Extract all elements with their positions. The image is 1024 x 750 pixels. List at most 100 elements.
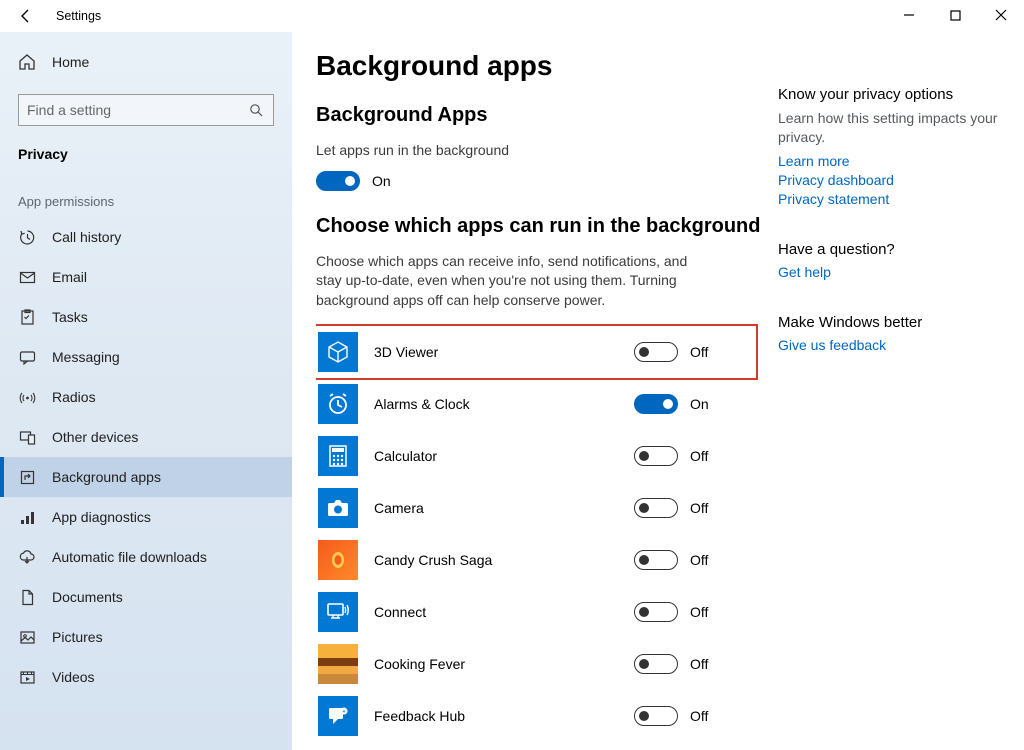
app-name: 3D Viewer	[374, 344, 618, 360]
app-toggle-label: Off	[690, 448, 708, 464]
sidebar-item-label: Call history	[52, 229, 121, 245]
app-toggle-label: Off	[690, 656, 708, 672]
search-input-wrapper[interactable]	[18, 94, 274, 126]
sidebar-item-label: Radios	[52, 389, 96, 405]
app-row-cooking-fever: Cooking Fever Off	[316, 638, 756, 690]
app-icon-feedback-hub: +	[318, 696, 358, 736]
sidebar-item-videos[interactable]: Videos	[0, 657, 292, 697]
sidebar-item-other-devices[interactable]: Other devices	[0, 417, 292, 457]
maximize-button[interactable]	[932, 0, 978, 30]
question-heading: Have a question?	[778, 241, 1002, 258]
app-row-calculator: Calculator Off	[316, 430, 756, 482]
tasks-icon	[18, 308, 36, 326]
app-toggle-candy-crush[interactable]	[634, 550, 678, 570]
document-icon	[18, 588, 36, 606]
sidebar-item-email[interactable]: Email	[0, 257, 292, 297]
sidebar-item-documents[interactable]: Documents	[0, 577, 292, 617]
app-toggle-feedback-hub[interactable]	[634, 706, 678, 726]
sidebar-item-label: Background apps	[52, 469, 161, 485]
sidebar-item-home[interactable]: Home	[0, 42, 292, 82]
close-button[interactable]	[978, 0, 1024, 30]
choose-apps-desc: Choose which apps can receive info, send…	[316, 252, 716, 311]
app-toggle-3d-viewer[interactable]	[634, 342, 678, 362]
app-icon-candy-crush	[318, 540, 358, 580]
pictures-icon	[18, 628, 36, 646]
make-better-heading: Make Windows better	[778, 314, 1002, 331]
email-icon	[18, 268, 36, 286]
app-icon-alarms	[318, 384, 358, 424]
back-button[interactable]	[14, 4, 38, 28]
sidebar-item-label: Messaging	[52, 349, 120, 365]
sidebar-item-label: Automatic file downloads	[52, 549, 207, 565]
app-row-feedback-hub: + Feedback Hub Off	[316, 690, 756, 742]
search-input[interactable]	[27, 102, 247, 118]
app-name: Candy Crush Saga	[374, 552, 618, 568]
background-apps-icon	[18, 468, 36, 486]
sidebar-item-call-history[interactable]: Call history	[0, 217, 292, 257]
messaging-icon	[18, 348, 36, 366]
app-name: Camera	[374, 500, 618, 516]
sidebar-item-label: Pictures	[52, 629, 103, 645]
app-toggle-label: Off	[690, 604, 708, 620]
app-icon-cooking-fever	[318, 644, 358, 684]
sidebar-item-label: Other devices	[52, 429, 138, 445]
app-icon-calculator	[318, 436, 358, 476]
section-background-apps: Background Apps	[316, 104, 778, 127]
cloud-download-icon	[18, 548, 36, 566]
link-give-feedback[interactable]: Give us feedback	[778, 337, 1002, 353]
link-learn-more[interactable]: Learn more	[778, 153, 1002, 169]
link-get-help[interactable]: Get help	[778, 264, 1002, 280]
link-privacy-dashboard[interactable]: Privacy dashboard	[778, 172, 1002, 188]
link-privacy-statement[interactable]: Privacy statement	[778, 191, 1002, 207]
window-title: Settings	[56, 9, 101, 23]
master-toggle[interactable]	[316, 171, 360, 191]
app-name: Calculator	[374, 448, 618, 464]
sidebar-item-label: App diagnostics	[52, 509, 151, 525]
app-toggle-camera[interactable]	[634, 498, 678, 518]
privacy-subtext: Learn how this setting impacts your priv…	[778, 109, 1002, 147]
app-name: Cooking Fever	[374, 656, 618, 672]
sidebar-item-label: Videos	[52, 669, 95, 685]
app-toggle-label: On	[690, 396, 709, 412]
app-row-alarms: Alarms & Clock On	[316, 378, 756, 430]
sidebar-item-tasks[interactable]: Tasks	[0, 297, 292, 337]
sidebar-item-label: Home	[52, 54, 89, 70]
app-toggle-connect[interactable]	[634, 602, 678, 622]
sidebar-item-messaging[interactable]: Messaging	[0, 337, 292, 377]
app-toggle-cooking-fever[interactable]	[634, 654, 678, 674]
app-row-connect: Connect Off	[316, 586, 756, 638]
page-title: Background apps	[316, 50, 778, 82]
privacy-heading: Know your privacy options	[778, 86, 1002, 103]
minimize-button[interactable]	[886, 0, 932, 30]
app-icon-camera	[318, 488, 358, 528]
app-name: Connect	[374, 604, 618, 620]
radios-icon	[18, 388, 36, 406]
sidebar-item-label: Email	[52, 269, 87, 285]
app-row-camera: Camera Off	[316, 482, 756, 534]
svg-text:+: +	[343, 709, 346, 715]
app-toggle-calculator[interactable]	[634, 446, 678, 466]
sidebar-current-category: Privacy	[0, 130, 292, 170]
sidebar-item-radios[interactable]: Radios	[0, 377, 292, 417]
app-row-candy-crush: Candy Crush Saga Off	[316, 534, 756, 586]
sidebar-section-heading: App permissions	[0, 170, 292, 217]
app-toggle-label: Off	[690, 708, 708, 724]
master-toggle-desc: Let apps run in the background	[316, 141, 716, 161]
sidebar: Home Privacy App permissions Call histor…	[0, 32, 292, 750]
app-icon-connect	[318, 592, 358, 632]
titlebar: Settings	[0, 0, 1024, 32]
master-toggle-label: On	[372, 173, 391, 189]
app-list: 3D Viewer Off Alarms & Clock On Calculat…	[316, 326, 756, 742]
main-content: Background apps Background Apps Let apps…	[316, 50, 778, 750]
sidebar-item-pictures[interactable]: Pictures	[0, 617, 292, 657]
app-toggle-label: Off	[690, 500, 708, 516]
app-toggle-alarms[interactable]	[634, 394, 678, 414]
app-name: Feedback Hub	[374, 708, 618, 724]
sidebar-item-app-diagnostics[interactable]: App diagnostics	[0, 497, 292, 537]
app-name: Alarms & Clock	[374, 396, 618, 412]
sidebar-item-auto-downloads[interactable]: Automatic file downloads	[0, 537, 292, 577]
window-controls	[886, 0, 1024, 30]
devices-icon	[18, 428, 36, 446]
history-icon	[18, 228, 36, 246]
sidebar-item-background-apps[interactable]: Background apps	[0, 457, 292, 497]
